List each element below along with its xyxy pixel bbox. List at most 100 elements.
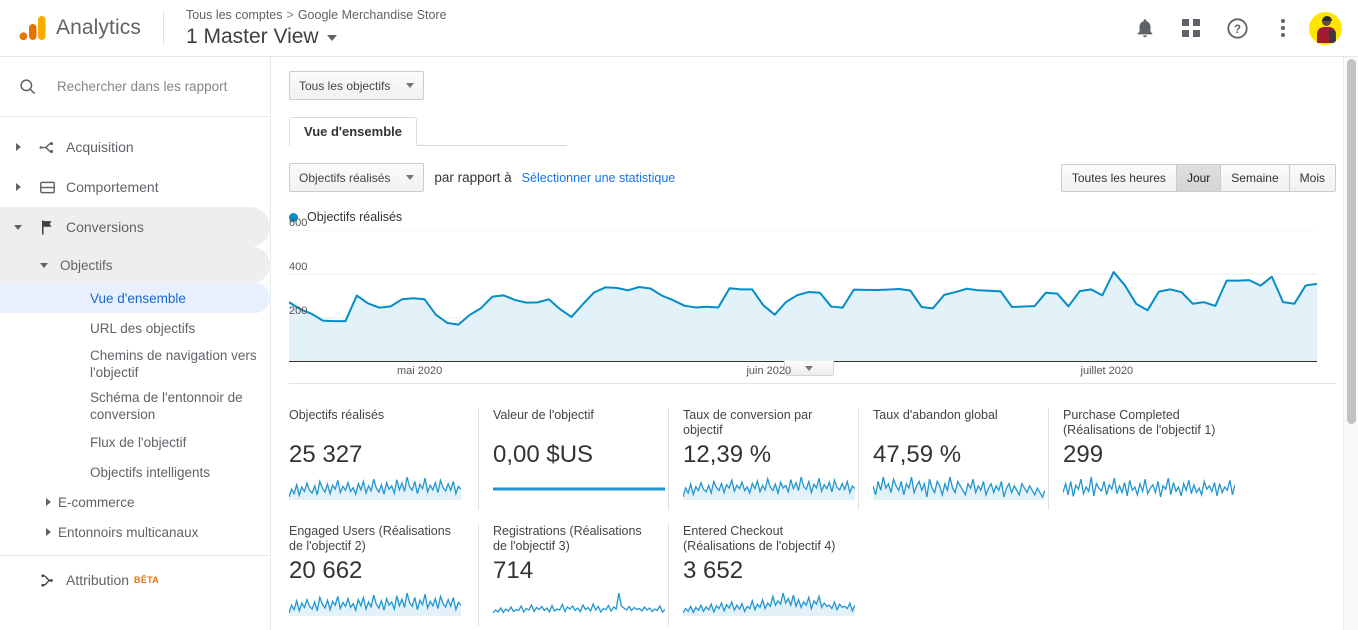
analytics-logo[interactable] <box>0 13 58 43</box>
apps-grid-icon <box>1182 19 1200 37</box>
x-tick-label: juin 2020 <box>746 365 792 377</box>
chevron-down-icon <box>8 224 28 230</box>
sidebar-item-label: Acquisition <box>66 139 134 155</box>
metric-card[interactable]: Purchase Completed (Réalisations de l'ob… <box>1049 408 1239 510</box>
metric-card-value: 0,00 $US <box>493 441 594 468</box>
sidebar-item-attribution[interactable]: Attribution BÊTA <box>0 556 270 604</box>
sparkline <box>683 476 855 500</box>
granularity-month[interactable]: Mois <box>1288 163 1336 192</box>
view-selector[interactable]: 1 Master View <box>186 23 447 50</box>
help-button[interactable]: ? <box>1217 8 1257 48</box>
metric-card[interactable]: Registrations (Réalisations de l'objecti… <box>479 524 669 626</box>
behavior-icon <box>28 178 66 197</box>
scrollbar-thumb[interactable] <box>1347 59 1356 424</box>
metric-card-value: 299 <box>1063 441 1104 468</box>
metric-card-title: Engaged Users (Réalisations de l'objecti… <box>289 524 451 553</box>
sidebar-item-acquisition[interactable]: Acquisition <box>0 127 270 167</box>
flat-line-indicator <box>493 487 665 491</box>
metric-card-title: Valeur de l'objectif <box>493 408 594 422</box>
metric-card[interactable]: Valeur de l'objectif 0,00 $US <box>479 408 669 510</box>
metric-card-value: 25 327 <box>289 441 363 468</box>
metric-card[interactable]: Engaged Users (Réalisations de l'objecti… <box>289 524 479 626</box>
sidebar-item-label: Chemins de navigation vers l'objectif <box>90 348 257 380</box>
sidebar-item-objectifs[interactable]: Objectifs <box>0 247 270 283</box>
metric-card[interactable]: Taux de conversion par objectif 12,39 % <box>669 408 859 510</box>
sidebar-item-label: E-commerce <box>58 494 135 510</box>
sidebar-nav: Acquisition Comportement Conversions Obj… <box>0 117 270 604</box>
metric-card-value: 47,59 % <box>873 441 962 468</box>
compare-label: par rapport à <box>434 170 512 185</box>
select-metric-link[interactable]: Sélectionner une statistique <box>522 171 676 185</box>
breadcrumb-account[interactable]: Tous les comptes <box>186 8 283 22</box>
sidebar-item-chemins-de-navigation[interactable]: Chemins de navigation vers l'objectif <box>0 343 270 385</box>
notifications-button[interactable] <box>1125 8 1165 48</box>
chevron-down-icon <box>34 262 54 268</box>
sidebar-item-schema-entonnoir[interactable]: Schéma de l'entonnoir de conversion <box>0 385 270 427</box>
main-scrollbar[interactable] <box>1343 57 1358 630</box>
sparkline <box>683 592 855 616</box>
granularity-toggle-group: Toutes les heures Jour Semaine Mois <box>1060 163 1336 192</box>
apps-button[interactable] <box>1171 8 1211 48</box>
metric-card-value: 12,39 % <box>683 441 772 468</box>
metric-card-title: Taux de conversion par objectif <box>683 408 813 437</box>
account-selector[interactable]: Tous les comptes > Google Merchandise Stor… <box>164 7 447 50</box>
metric-card[interactable]: Entered Checkout (Réalisations de l'obje… <box>669 524 859 626</box>
sidebar-item-vue-densemble[interactable]: Vue d'ensemble <box>0 283 270 313</box>
sidebar-item-ecommerce[interactable]: E-commerce <box>0 487 270 517</box>
metric-select-dropdown[interactable]: Objectifs réalisés <box>289 163 425 192</box>
search-icon <box>20 79 35 94</box>
sidebar-item-entonnoirs-multicanaux[interactable]: Entonnoirs multicanaux <box>0 517 270 547</box>
sidebar-item-label: Flux de l'objectif <box>90 434 187 450</box>
sidebar-search[interactable] <box>0 57 270 117</box>
chevron-right-icon <box>8 183 28 191</box>
sidebar-item-conversions[interactable]: Conversions <box>0 207 270 247</box>
acquisition-icon <box>28 138 66 157</box>
chevron-down-icon <box>326 35 337 41</box>
main-content: Tous les objectifs Vue d'ensemble Object… <box>271 57 1358 630</box>
sparkline <box>1063 476 1235 498</box>
goal-filter-dropdown[interactable]: Tous les objectifs <box>289 71 425 100</box>
avatar[interactable] <box>1309 11 1342 45</box>
metric-controls-row: Objectifs réalisés par rapport à Sélecti… <box>289 163 1336 192</box>
granularity-day[interactable]: Jour <box>1175 163 1221 192</box>
view-name: 1 Master View <box>185 24 319 48</box>
metric-card[interactable]: Objectifs réalisés 25 327 <box>289 408 479 510</box>
chart-legend: Objectifs réalisés <box>289 210 1336 224</box>
sidebar-item-label: Objectifs intelligents <box>90 464 211 480</box>
granularity-week[interactable]: Semaine <box>1220 163 1289 192</box>
search-input[interactable] <box>55 78 245 95</box>
sidebar-item-label: Entonnoirs multicanaux <box>58 524 199 540</box>
metric-select-label: Objectifs réalisés <box>299 170 391 185</box>
sidebar-item-label: Comportement <box>66 179 159 195</box>
sidebar-item-url-des-objectifs[interactable]: URL des objectifs <box>0 313 270 343</box>
metric-card-title: Objectifs réalisés <box>289 408 385 422</box>
avatar-arm <box>1329 29 1335 43</box>
avatar-hair <box>1321 15 1332 21</box>
attribution-icon <box>28 571 66 590</box>
sidebar-item-flux-de-lobjectif[interactable]: Flux de l'objectif <box>0 427 270 457</box>
breadcrumb-separator: > <box>286 7 294 22</box>
chevron-down-icon <box>406 83 415 88</box>
tab-overview[interactable]: Vue d'ensemble <box>289 117 417 146</box>
sidebar-item-behavior[interactable]: Comportement <box>0 167 270 207</box>
metric-card-title: Purchase Completed (Réalisations de l'ob… <box>1063 408 1216 437</box>
breadcrumb: Tous les comptes > Google Merchandise Stor… <box>186 7 447 23</box>
more-options-button[interactable] <box>1263 8 1303 48</box>
sparkline <box>289 476 461 500</box>
granularity-hourly[interactable]: Toutes les heures <box>1060 163 1176 192</box>
breadcrumb-property[interactable]: Google Merchandise Store <box>298 8 447 22</box>
chevron-right-icon <box>38 528 58 536</box>
x-tick-label: juillet 2020 <box>1080 365 1134 377</box>
y-tick-400: 400 <box>289 261 308 273</box>
metric-card-title: Entered Checkout (Réalisations de l'obje… <box>683 524 836 553</box>
metric-card-title: Registrations (Réalisations de l'objecti… <box>493 524 642 553</box>
bell-icon <box>1137 19 1153 38</box>
metric-card[interactable]: Taux d'abandon global 47,59 % <box>859 408 1049 510</box>
sparkline <box>873 476 1045 500</box>
main-chart[interactable]: 600 400 200 <box>289 217 1336 362</box>
sidebar-item-label: URL des objectifs <box>90 320 196 336</box>
goal-filter-label: Tous les objectifs <box>299 78 391 93</box>
collapse-chart-button[interactable] <box>784 361 834 376</box>
sidebar-item-objectifs-intelligents[interactable]: Objectifs intelligents <box>0 457 270 487</box>
sparkline <box>289 592 461 616</box>
